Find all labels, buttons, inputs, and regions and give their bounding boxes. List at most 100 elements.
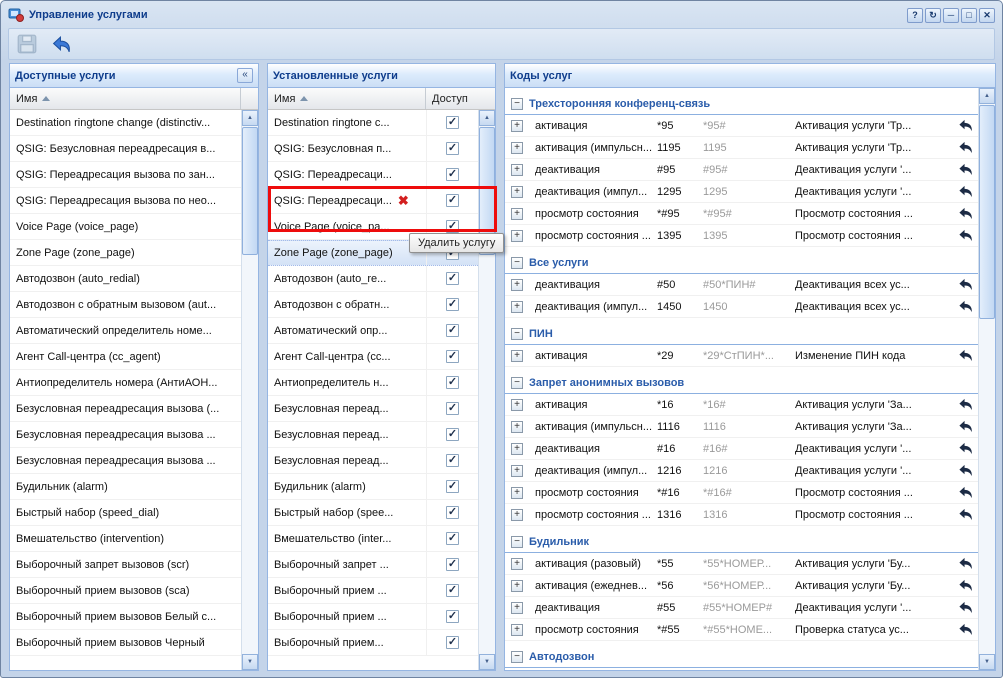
reset-code-button[interactable] [952,622,978,637]
installed-service-row[interactable]: Агент Call-центра (cc... ✓ [268,344,478,370]
expand-row-icon[interactable]: + [511,509,523,521]
installed-service-row[interactable]: Автоматический опр... ✓ [268,318,478,344]
reset-code-button[interactable] [952,184,978,199]
access-checkbox[interactable]: ✓ [446,272,459,285]
expand-row-icon[interactable]: + [511,399,523,411]
service-code-row[interactable]: + просмотр состояния *#16 *#16# Просмотр… [505,482,978,504]
installed-service-row[interactable]: Выборочный прием ... ✓ [268,604,478,630]
access-checkbox[interactable]: ✓ [446,402,459,415]
reset-code-button[interactable] [952,578,978,593]
collapse-group-icon[interactable]: − [511,98,523,110]
service-code-row[interactable]: + просмотр состояния ... 1395 1395 Просм… [505,225,978,247]
service-code-row[interactable]: + активация (импульсн... 1195 1195 Актив… [505,137,978,159]
available-service-row[interactable]: Zone Page (zone_page) [10,240,241,266]
available-service-row[interactable]: Безусловная переадресация вызова ... [10,422,241,448]
available-service-row[interactable]: Агент Call-центра (cc_agent) [10,344,241,370]
service-group-header[interactable]: − Трехсторонняя конференц-связь [505,93,978,115]
service-code-row[interactable]: + активация *16 *16# Активация услуги 'З… [505,394,978,416]
close-button[interactable]: ✕ [979,8,995,23]
access-checkbox[interactable]: ✓ [446,324,459,337]
help-button[interactable]: ? [907,8,923,23]
collapse-panel-button[interactable]: « [237,68,253,83]
scroll-up-button[interactable]: ▲ [979,88,995,104]
available-service-row[interactable]: Автоматический определитель номе... [10,318,241,344]
available-column-header[interactable]: Имя [10,88,258,110]
available-service-row[interactable]: QSIG: Переадресация вызова по нео... [10,188,241,214]
reset-code-button[interactable] [952,162,978,177]
service-code-row[interactable]: + активация *29 *29*СтПИН*... Изменение … [505,345,978,367]
installed-service-row[interactable]: QSIG: Переадресаци... ✓ [268,162,478,188]
service-group-header[interactable]: − Запрет анонимных вызовов [505,372,978,394]
access-checkbox[interactable]: ✓ [446,428,459,441]
service-code-row[interactable]: + просмотр состояния ... 1316 1316 Просм… [505,504,978,526]
installed-column-header[interactable]: Имя Доступ [268,88,495,110]
access-checkbox[interactable]: ✓ [446,558,459,571]
service-code-row[interactable]: + деактивация #95 #95# Деактивация услуг… [505,159,978,181]
expand-row-icon[interactable]: + [511,465,523,477]
available-service-row[interactable]: Автодозвон (auto_redial) [10,266,241,292]
expand-row-icon[interactable]: + [511,186,523,198]
expand-row-icon[interactable]: + [511,208,523,220]
reset-code-button[interactable] [952,507,978,522]
available-service-row[interactable]: Destination ringtone change (distinctiv.… [10,110,241,136]
minimize-button[interactable]: ─ [943,8,959,23]
service-code-row[interactable]: + деактивация #50 #50*ПИН# Деактивация в… [505,274,978,296]
reset-code-button[interactable] [952,397,978,412]
available-service-row[interactable]: Выборочный прием вызовов Черный [10,630,241,656]
reset-code-button[interactable] [952,140,978,155]
available-service-row[interactable]: Выборочный прием вызовов (sca) [10,578,241,604]
installed-service-row[interactable]: QSIG: Безусловная п... ✓ [268,136,478,162]
available-service-row[interactable]: Voice Page (voice_page) [10,214,241,240]
access-checkbox[interactable]: ✓ [446,298,459,311]
available-service-row[interactable]: Будильник (alarm) [10,474,241,500]
reset-code-button[interactable] [952,118,978,133]
expand-row-icon[interactable]: + [511,120,523,132]
reset-code-button[interactable] [952,228,978,243]
expand-row-icon[interactable]: + [511,230,523,242]
expand-row-icon[interactable]: + [511,580,523,592]
reset-code-button[interactable] [952,485,978,500]
expand-row-icon[interactable]: + [511,142,523,154]
scroll-down-button[interactable]: ▼ [242,654,258,670]
access-checkbox[interactable]: ✓ [446,584,459,597]
scroll-up-button[interactable]: ▲ [479,110,495,126]
installed-vertical-scrollbar[interactable]: ▲ ▼ [478,110,495,670]
service-group-header[interactable]: − Будильник [505,531,978,553]
installed-service-row[interactable]: Безусловная переад... ✓ [268,448,478,474]
service-group-header[interactable]: − ПИН [505,323,978,345]
installed-service-row[interactable]: Выборочный прием... ✓ [268,630,478,656]
service-code-row[interactable]: + деактивация (импул... 1216 1216 Деакти… [505,460,978,482]
reset-code-button[interactable] [952,277,978,292]
service-code-row[interactable]: + деактивация (импул... 1450 1450 Деакти… [505,296,978,318]
installed-service-row[interactable]: Быстрый набор (spee... ✓ [268,500,478,526]
available-service-row[interactable]: Безусловная переадресация вызова ... [10,448,241,474]
installed-service-row[interactable]: Destination ringtone c... ✓ [268,110,478,136]
collapse-group-icon[interactable]: − [511,536,523,548]
scroll-up-button[interactable]: ▲ [242,110,258,126]
expand-row-icon[interactable]: + [511,602,523,614]
access-checkbox[interactable]: ✓ [446,116,459,129]
service-code-row[interactable]: + просмотр состояния *#55 *#55*НОМЕ... П… [505,619,978,641]
installed-service-row[interactable]: QSIG: Переадресаци... ✖ ✓ [268,188,478,214]
titlebar[interactable]: Управление услугами ? ↻ ─ □ ✕ [8,4,995,26]
available-service-row[interactable]: Безусловная переадресация вызова (... [10,396,241,422]
service-code-row[interactable]: + просмотр состояния *#95 *#95# Просмотр… [505,203,978,225]
reset-code-button[interactable] [952,463,978,478]
available-service-row[interactable]: Антиопределитель номера (АнтиАОН... [10,370,241,396]
refresh-button[interactable]: ↻ [925,8,941,23]
expand-row-icon[interactable]: + [511,624,523,636]
available-service-row[interactable]: Вмешательство (intervention) [10,526,241,552]
reset-code-button[interactable] [952,348,978,363]
installed-service-row[interactable]: Антиопределитель н... ✓ [268,370,478,396]
available-service-row[interactable]: Выборочный прием вызовов Белый с... [10,604,241,630]
scroll-down-button[interactable]: ▼ [979,654,995,670]
service-code-row[interactable]: + деактивация #55 #55*НОМЕР# Деактивация… [505,597,978,619]
access-checkbox[interactable]: ✓ [446,532,459,545]
access-checkbox[interactable]: ✓ [446,480,459,493]
access-checkbox[interactable]: ✓ [446,506,459,519]
collapse-group-icon[interactable]: − [511,651,523,663]
expand-row-icon[interactable]: + [511,164,523,176]
reset-code-button[interactable] [952,206,978,221]
reset-code-button[interactable] [952,441,978,456]
installed-service-row[interactable]: Безусловная переад... ✓ [268,396,478,422]
